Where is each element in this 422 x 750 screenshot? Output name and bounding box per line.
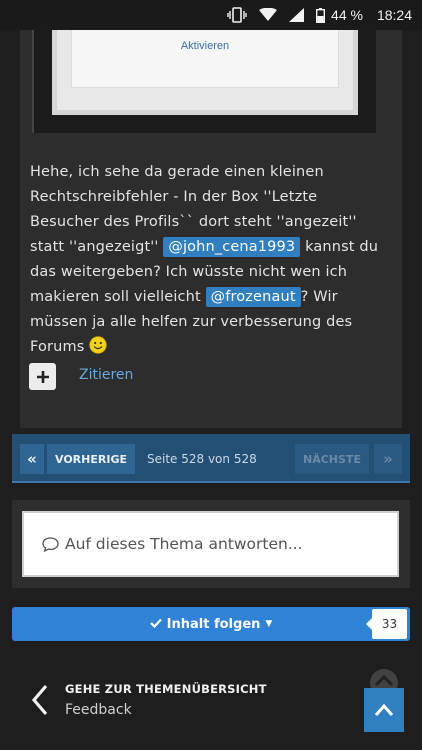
plus-icon <box>36 370 49 383</box>
reply-placeholder: Auf dieses Thema antworten... <box>65 535 303 553</box>
clock: 18:24 <box>376 7 412 23</box>
caret-down-icon: ▼ <box>265 619 273 629</box>
scroll-to-top-button[interactable] <box>364 688 404 732</box>
embed-card: Aktivieren <box>52 30 358 115</box>
follow-label: Inhalt folgen <box>166 616 261 632</box>
next-page-button[interactable]: NÄCHSTE <box>295 444 369 474</box>
status-bar: 44 % 18:24 <box>0 0 422 30</box>
signal-icon <box>289 8 305 22</box>
vibrate-icon <box>227 7 247 23</box>
post-body: Hehe, ich sehe da gerade einen kleinen R… <box>30 160 382 360</box>
first-page-button[interactable]: « <box>20 444 44 474</box>
last-page-button[interactable]: » <box>374 444 402 474</box>
wifi-icon <box>259 8 278 22</box>
mention-john-cena1993[interactable]: @john_cena1993 <box>163 237 301 257</box>
back-chevron-icon[interactable] <box>28 680 58 720</box>
follow-content-button[interactable]: Inhalt folgen ▼ <box>12 607 410 641</box>
comment-icon <box>42 536 59 552</box>
embedded-content: Aktivieren <box>32 30 376 133</box>
forum-post: Aktivieren Hehe, ich sehe da gerade eine… <box>20 30 402 428</box>
reply-area: Auf dieses Thema antworten... <box>12 500 410 588</box>
battery-percent: 44 % <box>331 7 363 23</box>
smiley-icon <box>89 336 107 354</box>
battery-icon <box>316 7 326 23</box>
page-indicator: Seite 528 von 528 <box>147 452 257 466</box>
pagination: « VORHERIGE Seite 528 von 528 NÄCHSTE » <box>12 434 410 483</box>
follower-count-badge: 33 <box>366 609 407 639</box>
checkmark-icon <box>149 617 162 632</box>
quote-button[interactable]: Zitieren <box>79 367 133 383</box>
mention-frozenaut[interactable]: @frozenaut <box>205 287 301 307</box>
add-reaction-button[interactable] <box>29 363 56 390</box>
reply-input[interactable]: Auf dieses Thema antworten... <box>22 511 399 577</box>
forum-name: Feedback <box>65 702 132 718</box>
topic-overview-link[interactable]: GEHE ZUR THEMENÜBERSICHT <box>65 682 267 696</box>
chevron-up-icon <box>374 703 394 716</box>
activate-link[interactable]: Aktivieren <box>72 40 338 52</box>
previous-page-button[interactable]: VORHERIGE <box>47 444 135 474</box>
